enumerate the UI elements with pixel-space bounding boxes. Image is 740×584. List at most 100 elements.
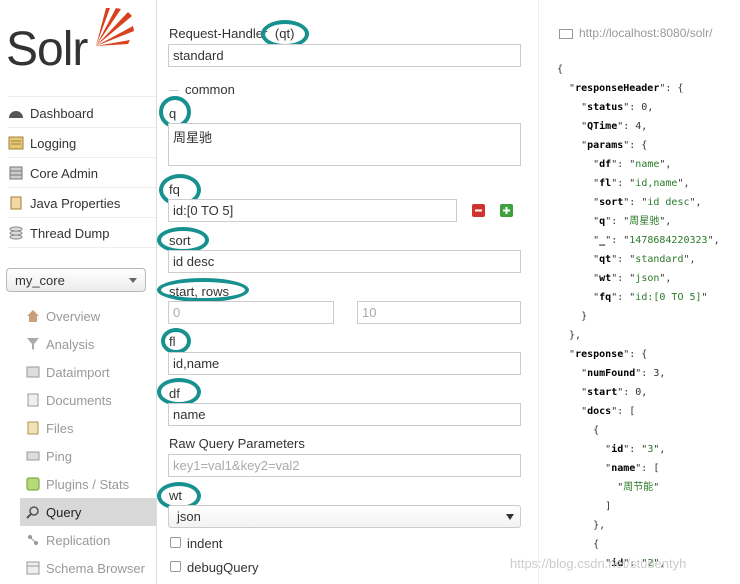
core-menu-ping[interactable]: Ping [20,442,156,470]
nav-java-properties-label: Java Properties [30,195,121,211]
json-line: { [557,539,600,550]
json-line: { [557,64,564,75]
raw-query-input[interactable]: key1=val1&key2=val2 [168,454,521,477]
remove-fq-button[interactable] [472,204,485,217]
nav-thread-dump[interactable]: Thread Dump [8,218,156,248]
core-menu-files-label: Files [46,420,74,436]
nav-logging-label: Logging [30,135,77,151]
files-icon [27,421,39,435]
json-line: "QTime": 4, [557,121,648,132]
analysis-icon [27,338,39,350]
rows-input[interactable]: 10 [357,301,521,324]
request-handler-input[interactable]: standard [168,44,521,67]
add-fq-button[interactable] [500,204,513,217]
json-line: }, [557,520,606,531]
request-handler-label-text: Request-Handler [169,26,268,41]
json-line: "wt": "json", [557,273,672,284]
nav-dashboard[interactable]: Dashboard [8,98,156,128]
indent-checkbox[interactable] [170,537,181,548]
highlight-start-rows [157,278,249,302]
core-menu-overview[interactable]: Overview [20,302,156,330]
plugins-icon [26,477,40,491]
sidebar: Solr Dashboard Logging Core Admin Java P… [0,0,156,584]
core-admin-icon [9,166,23,180]
request-url-text: http://localhost:8080/solr/ [579,26,713,40]
json-line: "id": "3", [557,444,666,455]
core-menu-replication-label: Replication [46,532,111,548]
core-menu-ping-label: Ping [46,448,73,464]
request-url-link[interactable]: http://localhost:8080/solr/ [559,26,712,40]
core-menu-overview-label: Overview [46,308,101,324]
nav-logging[interactable]: Logging [8,128,156,158]
core-selector[interactable]: my_core [6,268,146,292]
nav-dashboard-label: Dashboard [30,105,94,121]
json-line: }, [557,330,582,341]
json-line: "周节能" [557,482,660,493]
json-line: "response": { [557,349,648,360]
nav-thread-dump-label: Thread Dump [30,225,110,241]
json-line: "qt": "standard", [557,254,696,265]
json-line: "start": 0, [557,387,648,398]
fq-input[interactable]: id:[0 TO 5] [168,199,457,222]
json-line: ] [557,501,612,512]
indent-label: indent [187,536,223,551]
df-input[interactable]: name [168,403,521,426]
plus-icon [503,207,510,214]
q-textarea[interactable]: 周星驰 [168,123,521,166]
json-line: "q": "周星驰", [557,216,672,227]
json-line: "name": [ [557,463,660,474]
core-menu-query-label: Query [46,504,82,520]
start-input[interactable]: 0 [168,301,334,324]
json-line: "docs": [ [557,406,636,417]
core-menu-plugins-stats[interactable]: Plugins / Stats [20,470,156,498]
core-menu-query[interactable]: Query [20,498,156,526]
documents-icon [27,393,39,407]
common-legend-text: common [185,82,235,97]
json-line: "numFound": 3, [557,368,666,379]
core-menu-dataimport[interactable]: Dataimport [20,358,156,386]
wt-select[interactable]: json [168,505,521,528]
debug-query-checkbox[interactable] [170,561,181,572]
core-menu-documents[interactable]: Documents [20,386,156,414]
minus-icon [475,209,482,212]
core-menu-schema-browser[interactable]: Schema Browser [20,554,156,582]
response-panel: http://localhost:8080/solr/ { "responseH… [538,0,740,584]
link-icon [559,28,573,39]
nav-core-admin[interactable]: Core Admin [8,158,156,188]
nav-java-properties[interactable]: Java Properties [8,188,156,218]
schema-browser-icon [26,561,40,575]
raw-query-label: Raw Query Parameters [169,436,305,451]
nav-core-admin-label: Core Admin [30,165,98,181]
json-line: "fq": "id:[0 TO 5]" [557,292,708,303]
response-json: { "responseHeader": { "status": 0, "QTim… [557,60,720,573]
json-line: "status": 0, [557,102,654,113]
chevron-down-icon [129,278,137,283]
core-menu-analysis-label: Analysis [46,336,95,352]
json-line: "responseHeader": { [557,83,684,94]
java-properties-icon [10,196,22,210]
ping-icon [26,451,40,461]
common-fieldset-legend: common [169,82,529,98]
core-menu-replication[interactable]: Replication [20,526,156,554]
debug-query-label: debugQuery [187,560,259,575]
dashboard-icon [9,111,23,118]
query-icon [26,506,39,519]
highlight-df [157,378,201,406]
wt-select-value: json [177,509,201,524]
json-line: "df": "name", [557,159,672,170]
json-line: "_": "1478684220323", [557,235,720,246]
logging-icon [8,136,24,150]
overview-icon [27,310,39,322]
watermark: https://blog.csdn.net/studentyh [510,556,687,571]
dataimport-icon [26,366,40,378]
fl-input[interactable]: id,name [168,352,521,375]
sort-input[interactable]: id desc [168,250,521,273]
highlight-fl [161,328,191,354]
query-form: Request-Handler (qt) standard common q 周… [156,0,536,584]
core-menu-schema-browser-label: Schema Browser [46,560,145,576]
solr-logo[interactable]: Solr [6,22,88,77]
core-menu-documents-label: Documents [46,392,112,408]
core-menu-analysis[interactable]: Analysis [20,330,156,358]
core-menu-plugins-stats-label: Plugins / Stats [46,476,130,492]
core-menu-files[interactable]: Files [20,414,156,442]
